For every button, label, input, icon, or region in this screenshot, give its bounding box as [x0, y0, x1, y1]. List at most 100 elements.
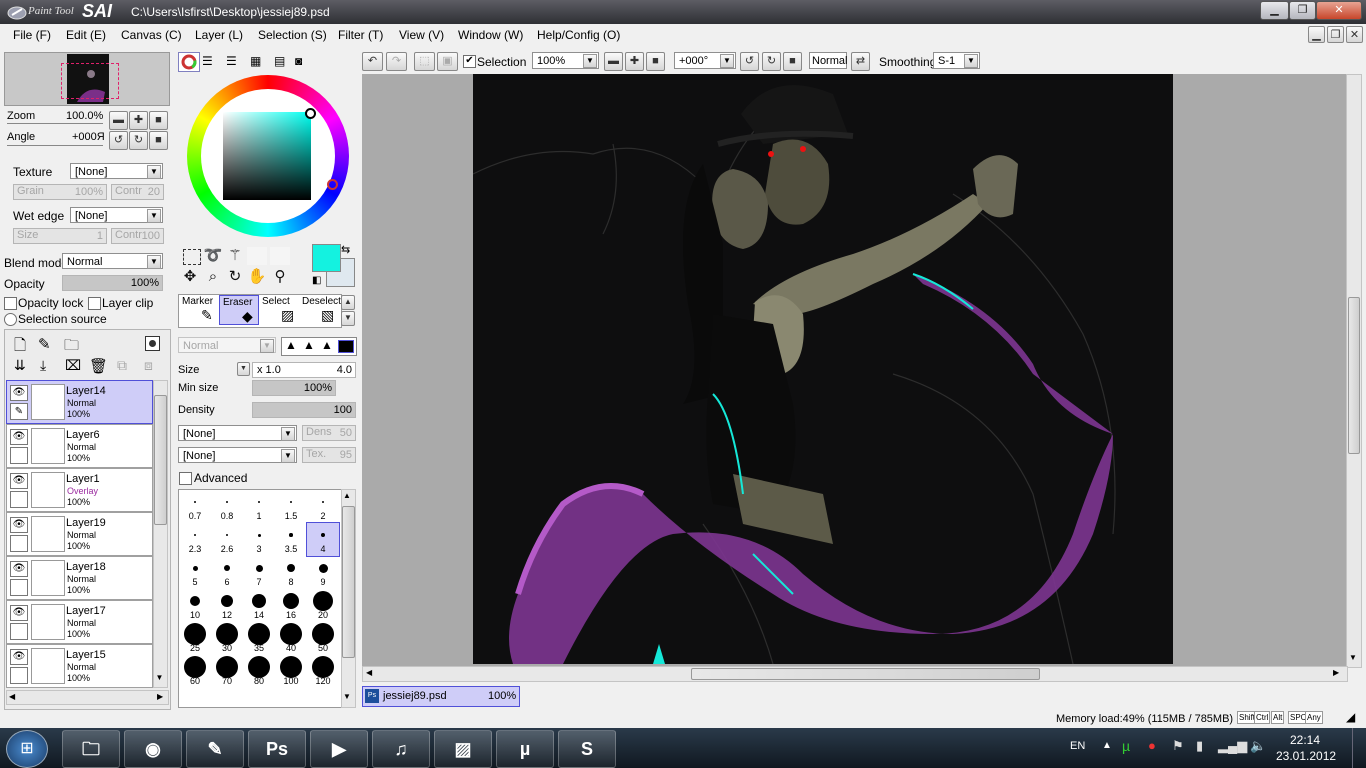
brush-size-cell[interactable]: 2.3	[179, 523, 211, 556]
minimize-button[interactable]: ▁	[1260, 1, 1289, 20]
advanced-checkbox[interactable]	[179, 472, 192, 485]
opacity-lock-checkbox[interactable]	[4, 297, 17, 310]
brush-size-cell[interactable]: 2	[307, 490, 339, 523]
scroll-left-icon[interactable]: ◀	[366, 668, 372, 677]
rotate-left-button[interactable]: ↺	[109, 131, 128, 150]
layer-lock-toggle[interactable]	[10, 579, 28, 596]
toolbar-zoom-out-button[interactable]: ▬	[604, 52, 623, 71]
paint-brush-icon[interactable]: ✎	[10, 403, 28, 420]
layer-lock-toggle[interactable]	[10, 535, 28, 552]
brush-scrollbar-thumb[interactable]	[342, 506, 355, 658]
wet-edge-dropdown[interactable]: [None] ▼	[70, 207, 163, 223]
clock-date[interactable]: 23.01.2012	[1276, 749, 1336, 763]
new-linework-layer-icon[interactable]: ✎	[38, 335, 51, 353]
layer-lock-toggle[interactable]	[10, 623, 28, 640]
brush-size-cell[interactable]: 1.5	[275, 490, 307, 523]
brush-size-cell[interactable]: 16	[275, 589, 307, 622]
visibility-eye-icon[interactable]: 👁	[10, 561, 28, 577]
hsv-sliders-tab[interactable]: ☰	[226, 54, 237, 68]
zoom-dropdown[interactable]: 100% ▼	[532, 52, 599, 69]
toolbar-rotate-left-button[interactable]: ↺	[740, 52, 759, 71]
hand-icon[interactable]: ✋	[247, 267, 267, 287]
swap-colors-icon[interactable]: ⇆	[341, 243, 350, 256]
brush-size-cell[interactable]: 10	[179, 589, 211, 622]
brush-size-cell[interactable]: 35	[243, 622, 275, 655]
texture-dropdown[interactable]: [None] ▼	[70, 163, 163, 179]
battery-icon[interactable]: ▮	[1196, 738, 1203, 754]
document-tab[interactable]: Ps jessiej89.psd 100%	[362, 686, 520, 707]
angle-dropdown[interactable]: +000° ▼	[674, 52, 736, 69]
move-icon[interactable]: ✥	[180, 267, 200, 287]
doc-restore-button[interactable]: ❐	[1327, 26, 1344, 43]
show-hidden-icons[interactable]: ▲	[1102, 740, 1112, 751]
color-wheel-tab[interactable]	[178, 52, 200, 72]
layer-item[interactable]: 👁 Layer6 Normal 100%	[6, 424, 153, 468]
eraser-tool[interactable]: Eraser ◆	[219, 295, 259, 325]
hue-handle[interactable]	[327, 179, 338, 190]
layer-clip-checkbox[interactable]	[88, 297, 101, 310]
layer-item[interactable]: 👁 ✎ Layer14 Normal 100%	[6, 380, 153, 424]
menu-file[interactable]: File (F)	[13, 28, 51, 42]
taskbar-paint-tool-sai[interactable]: ✎	[186, 730, 244, 768]
chevron-down-icon[interactable]: ▼	[343, 692, 351, 701]
brush-size-cell[interactable]: 40	[275, 622, 307, 655]
visibility-eye-icon[interactable]: 👁	[10, 649, 28, 665]
rotate-icon[interactable]: ↻	[225, 267, 245, 287]
taskbar-image-viewer[interactable]: ▨	[434, 730, 492, 768]
brush-size-cell[interactable]: 6	[211, 556, 243, 589]
saturation-value-square[interactable]	[223, 112, 311, 200]
scroll-right-icon[interactable]: ▶	[157, 692, 163, 701]
visibility-eye-icon[interactable]: 👁	[10, 473, 28, 489]
lasso-icon[interactable]: ➰	[203, 246, 223, 266]
menu-view[interactable]: View (V)	[399, 28, 444, 42]
zoom-reset-button[interactable]: ■	[149, 111, 168, 130]
toolbar-rotate-right-button[interactable]: ↻	[762, 52, 781, 71]
blend-mode-dropdown[interactable]: Normal ▼	[62, 253, 163, 269]
layer-horizontal-scrollbar[interactable]: ◀ ▶	[6, 690, 169, 705]
zoom-in-button[interactable]: ✚	[129, 111, 148, 130]
brush-size-cell[interactable]: 20	[307, 589, 339, 622]
taskbar-itunes[interactable]: ♫	[372, 730, 430, 768]
navigator-preview[interactable]	[4, 52, 170, 106]
toolbar-rotate-reset-button[interactable]: ■	[783, 52, 802, 71]
marker-tool[interactable]: Marker ✎	[179, 295, 219, 325]
layer-item[interactable]: 👁 Layer19 Normal 100%	[6, 512, 153, 556]
volume-icon[interactable]: 🔈	[1250, 738, 1266, 754]
layer-lock-toggle[interactable]	[10, 491, 28, 508]
color-picker-handle[interactable]	[305, 108, 316, 119]
scratchpad-tab[interactable]: ▤	[274, 54, 285, 68]
brush-size-cell[interactable]: 12	[211, 589, 243, 622]
start-button[interactable]: ⊞	[6, 730, 48, 768]
brush-size-cell[interactable]: 0.7	[179, 490, 211, 523]
tool-scroll-up[interactable]: ▲	[341, 295, 355, 310]
eyedropper-icon[interactable]: ⚲	[270, 267, 290, 287]
menu-layer[interactable]: Layer (L)	[195, 28, 243, 42]
scroll-right-icon[interactable]: ▶	[1333, 668, 1339, 677]
brush-palette-scrollbar[interactable]: ▲ ▼	[341, 489, 356, 708]
zoom-icon[interactable]: ⌕	[203, 267, 223, 287]
visibility-eye-icon[interactable]: 👁	[10, 517, 28, 533]
opacity-slider[interactable]: 100%	[62, 275, 163, 291]
size-slider[interactable]: x 1.0 4.0	[252, 362, 356, 378]
brush-shape-selector[interactable]: ▲ ▲ ▲	[281, 337, 357, 356]
close-button[interactable]: ✕	[1316, 1, 1362, 20]
canvas-vertical-scrollbar[interactable]: ▼	[1346, 74, 1362, 668]
signal-icon[interactable]: ▂▄▆	[1218, 738, 1247, 754]
navigator-view-rect[interactable]	[61, 63, 119, 99]
canvas-hscroll-thumb[interactable]	[691, 668, 1040, 680]
menu-help-config[interactable]: Help/Config (O)	[537, 28, 620, 42]
layer-item[interactable]: 👁 Layer17 Normal 100%	[6, 600, 153, 644]
brush-size-cell[interactable]: 70	[211, 655, 243, 688]
scroll-left-icon[interactable]: ◀	[9, 692, 15, 701]
toolbar-zoom-in-button[interactable]: ✚	[625, 52, 644, 71]
smoothing-dropdown[interactable]: S-1 ▼	[933, 52, 980, 69]
brush-shape-dropdown[interactable]: [None] ▼	[178, 425, 297, 441]
tray-record-icon[interactable]: ●	[1148, 738, 1156, 753]
swatches-tab[interactable]: ▦	[250, 54, 261, 68]
zoom-out-button[interactable]: ▬	[109, 111, 128, 130]
merge-down-icon[interactable]: ⤓	[40, 357, 46, 374]
transparent-color-icon[interactable]: ◧	[312, 275, 321, 286]
visibility-eye-icon[interactable]: 👁	[10, 429, 28, 445]
rotate-reset-button[interactable]: ■	[149, 131, 168, 150]
layer-item[interactable]: 👁 Layer15 Normal 100%	[6, 644, 153, 688]
